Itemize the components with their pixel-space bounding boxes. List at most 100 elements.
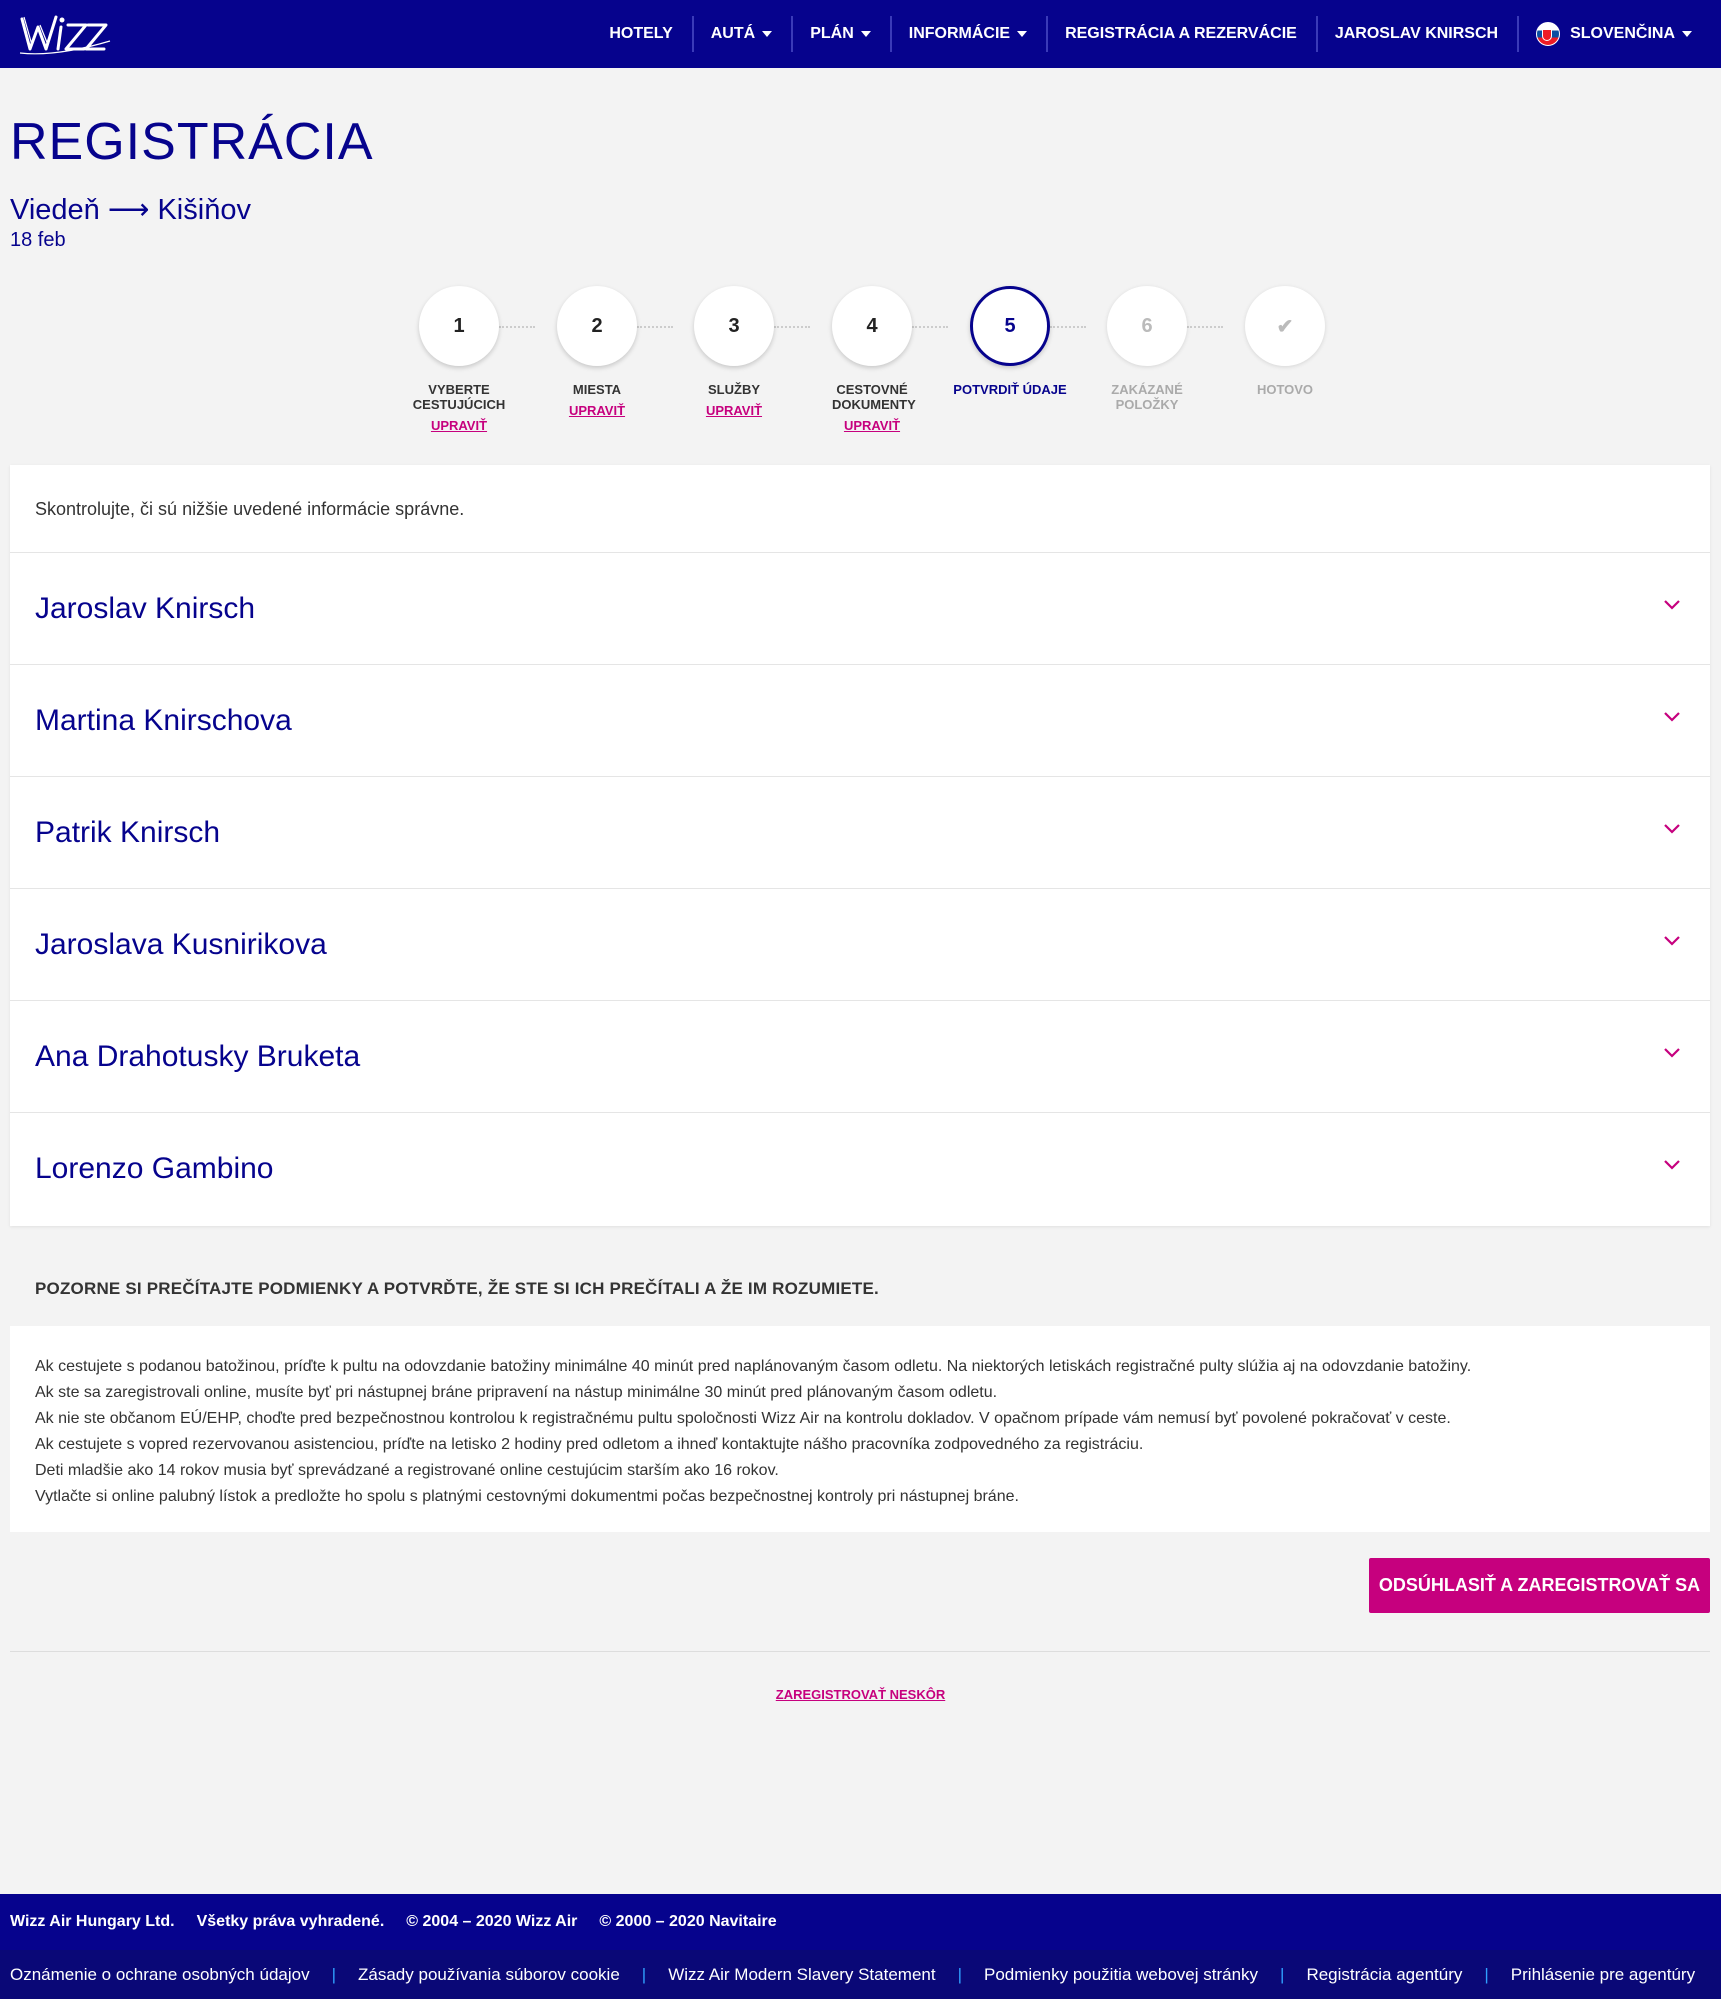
passenger-row[interactable]: Jaroslav Knirsch (10, 553, 1710, 665)
nav-user-name: Jaroslav Knirsch (1334, 25, 1499, 42)
condition-line: Ak cestujete s vopred rezervovanou asist… (35, 1436, 1144, 1453)
chevron-down-icon (1664, 711, 1680, 722)
footer-link-cookies[interactable]: Zásady používania súborov cookie (358, 1965, 620, 1985)
section-divider (10, 1651, 1710, 1652)
step-select-passengers: 1 Vyberte cestujúcich Upraviť (389, 286, 529, 435)
footer-links-bar: Oznámenie o ochrane osobných údajov | Zá… (0, 1950, 1721, 1999)
nav-hotels-label: Hotely (609, 25, 673, 42)
slovak-flag-icon (1536, 22, 1561, 46)
checkmark-icon: ✔ (1245, 286, 1325, 366)
step-seats: 2 Miesta Upraviť (527, 286, 667, 420)
step-done: ✔ Hotovo (1215, 286, 1355, 397)
passenger-row[interactable]: Patrik Knirsch (10, 777, 1710, 889)
chevron-down-icon (1664, 823, 1680, 834)
footer-separator: | (641, 1964, 647, 1984)
caret-down-icon (1017, 31, 1028, 37)
step-number: 6 (1107, 286, 1187, 366)
main-nav: Hotely Autá Plán Informácie Registrácia … (590, 0, 1711, 68)
step-number: 2 (557, 286, 637, 366)
flight-route: Viedeň ⟶ Kišiňov (10, 194, 251, 226)
nav-plan[interactable]: Plán (791, 16, 890, 52)
footer-link-agency-registration[interactable]: Registrácia agentúry (1306, 1965, 1462, 1985)
footer-copyright-bar: Wizz Air Hungary Ltd. Všetky práva vyhra… (0, 1894, 1721, 1950)
wizz-logo[interactable] (16, 10, 116, 58)
step-label: Hotovo (1256, 382, 1314, 397)
chevron-down-icon (1664, 1047, 1680, 1058)
nav-hotels[interactable]: Hotely (590, 16, 691, 52)
step-services: 3 Služby Upraviť (664, 286, 804, 420)
edit-documents-link[interactable]: Upraviť (844, 418, 900, 433)
chevron-down-icon (1664, 1160, 1680, 1170)
edit-services-link[interactable]: Upraviť (706, 403, 762, 418)
chevron-down-icon (1664, 599, 1680, 610)
passenger-review-card: Skontrolujte, či sú nižšie uvedené infor… (10, 465, 1710, 1226)
footer-link-privacy[interactable]: Oznámenie o ochrane osobných údajov (10, 1965, 310, 1985)
condition-line: Deti mladšie ako 14 rokov musia byť spre… (35, 1462, 779, 1479)
nav-user-account[interactable]: Jaroslav Knirsch (1315, 16, 1517, 52)
nav-cars-label: Autá (710, 25, 756, 42)
condition-line: Ak cestujete s podanou batožinou, príďte… (35, 1358, 1472, 1375)
passenger-row[interactable]: Lorenzo Gambino (10, 1113, 1710, 1225)
step-number: 5 (970, 286, 1050, 366)
review-intro-text: Skontrolujte, či sú nižšie uvedené infor… (10, 465, 1710, 553)
flight-date: 18 feb (10, 229, 66, 251)
footer-separator: | (1280, 1964, 1285, 1984)
step-label: Vyberte cestujúcich (412, 382, 506, 412)
step-number: 4 (832, 286, 912, 366)
step-number: 1 (419, 286, 499, 366)
caret-down-icon (860, 31, 871, 37)
footer-separator: | (957, 1964, 962, 1984)
nav-language[interactable]: Slovenčina (1517, 16, 1711, 52)
passenger-name: Patrik Knirsch (35, 815, 221, 849)
checkin-progress-stepper: 1 Vyberte cestujúcich Upraviť 2 Miesta U… (389, 286, 1329, 446)
step-number: 3 (694, 286, 774, 366)
passenger-row[interactable]: Martina Knirschova (10, 665, 1710, 777)
footer-link-agency-login[interactable]: Prihlásenie pre agentúry (1511, 1965, 1695, 1985)
step-label: Potvrdiť údaje (953, 382, 1067, 397)
step-label: Služby (708, 382, 760, 397)
footer-separator: | (331, 1964, 337, 1984)
passenger-row[interactable]: Ana Drahotusky Bruketa (10, 1001, 1710, 1113)
conditions-text-box: Ak cestujete s podanou batožinou, príďte… (10, 1326, 1710, 1532)
step-confirm-details: 5 Potvrdiť údaje (940, 286, 1080, 397)
page-title: REGISTRÁCIA (10, 113, 374, 171)
footer-link-slavery-statement[interactable]: Wizz Air Modern Slavery Statement (668, 1965, 935, 1985)
passenger-row[interactable]: Jaroslava Kusnirikova (10, 889, 1710, 1001)
nav-language-label: Slovenčina (1570, 25, 1675, 42)
top-navigation-bar: Hotely Autá Plán Informácie Registrácia … (0, 0, 1721, 68)
condition-line: Ak nie ste občanom EÚ/EHP, choďte pred b… (35, 1410, 1451, 1427)
checkin-later-link[interactable]: ZAREGISTROVAŤ NESKÔR (0, 1687, 1721, 1702)
chevron-down-icon (1664, 935, 1680, 946)
step-label: Miesta (572, 382, 622, 397)
footer-rights: Všetky práva vyhradené. (196, 1913, 385, 1930)
footer-copyright-wizz: © 2004 – 2020 Wizz Air (406, 1913, 578, 1930)
passenger-name: Jaroslav Knirsch (35, 591, 256, 625)
nav-checkin-bookings[interactable]: Registrácia a rezervácie (1046, 16, 1316, 52)
caret-down-icon (1682, 31, 1692, 37)
edit-seats-link[interactable]: Upraviť (569, 403, 625, 418)
nav-information-label: Informácie (908, 25, 1011, 42)
step-prohibited-items: 6 Zakázané položky (1077, 286, 1217, 412)
step-label: Cestovné dokumenty (832, 382, 916, 412)
nav-cars[interactable]: Autá (691, 16, 791, 52)
edit-passengers-link[interactable]: Upraviť (431, 418, 487, 433)
wizz-logo-icon (19, 15, 111, 55)
nav-plan-label: Plán (810, 25, 854, 42)
nav-checkin-bookings-label: Registrácia a rezervácie (1065, 25, 1297, 42)
footer-company: Wizz Air Hungary Ltd. (10, 1913, 175, 1930)
footer-copyright-navitaire: © 2000 – 2020 Navitaire (599, 1913, 777, 1930)
nav-information[interactable]: Informácie (889, 16, 1046, 52)
caret-down-icon (762, 31, 773, 37)
passenger-name: Lorenzo Gambino (35, 1152, 274, 1185)
condition-line: Vytlačte si online palubný lístok a pred… (35, 1488, 1019, 1505)
conditions-heading: POZORNE SI PREČÍTAJTE PODMIENKY A POTVRĎ… (35, 1279, 879, 1298)
passenger-name: Martina Knirschova (35, 703, 292, 737)
condition-line: Ak ste sa zaregistrovali online, musíte … (35, 1384, 998, 1401)
agree-and-checkin-button[interactable]: ODSÚHLASIŤ A ZAREGISTROVAŤ SA (1369, 1558, 1710, 1613)
footer-separator: | (1484, 1964, 1489, 1984)
step-travel-documents: 4 Cestovné dokumenty Upraviť (802, 286, 942, 435)
step-label: Zakázané položky (1111, 382, 1183, 412)
footer-link-terms[interactable]: Podmienky použitia webovej stránky (984, 1965, 1258, 1985)
passenger-name: Ana Drahotusky Bruketa (35, 1039, 361, 1073)
passenger-name: Jaroslava Kusnirikova (35, 927, 327, 961)
